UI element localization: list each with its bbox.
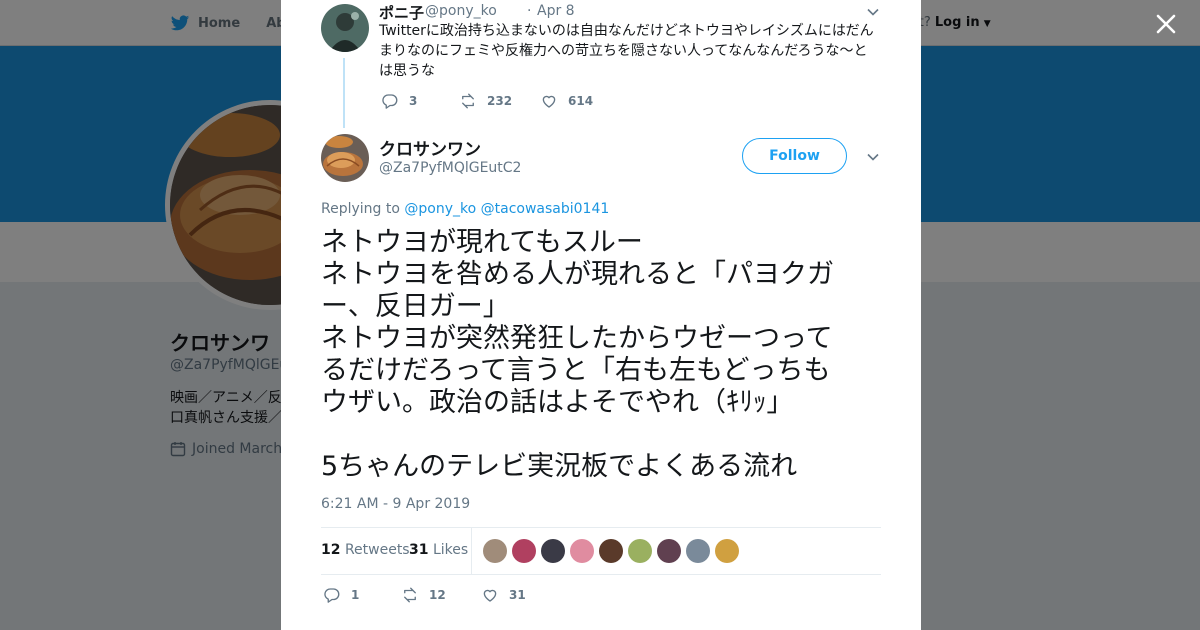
retweet-icon	[462, 93, 474, 109]
tweet-permalink-modal: ポニ子 @pony_ko · Apr 8 Twitterに政治持ち込まないのは自…	[281, 0, 921, 630]
close-icon[interactable]	[1152, 10, 1180, 38]
tweet-timestamp[interactable]: 6:21 AM - 9 Apr 2019	[321, 496, 470, 512]
parent-like-button[interactable]: 614	[540, 92, 593, 110]
liker-avatar[interactable]	[686, 539, 710, 563]
reply-icon	[324, 588, 340, 603]
avatar-image	[321, 4, 369, 52]
liker-avatar[interactable]	[628, 539, 652, 563]
parent-like-count: 614	[568, 94, 594, 108]
reply-icon	[382, 94, 398, 109]
likes-stat[interactable]: 31 Likes	[409, 542, 468, 558]
tweet-text-line: ネトウヨが突然発狂したからウゼーつって	[321, 323, 833, 354]
parent-tweet-date[interactable]: Apr 8	[537, 3, 575, 19]
parent-reply-count: 3	[409, 94, 418, 108]
parent-retweet-button[interactable]: 232	[459, 92, 512, 110]
retweet-count: 12	[429, 588, 446, 602]
like-count: 31	[509, 588, 526, 602]
heart-icon	[483, 589, 497, 602]
liker-avatar[interactable]	[715, 539, 739, 563]
reply-count: 1	[351, 588, 360, 602]
heart-icon	[542, 95, 556, 108]
main-tweet-author-name[interactable]: クロサンワン	[379, 135, 481, 160]
liker-avatars	[483, 539, 739, 563]
main-tweet-text: ネトウヨが現れてもスルー ネトウヨを咎める人が現れると「パヨクガ ー、反日ガー」…	[321, 227, 861, 483]
tweet-text-line: ネトウヨが現れてもスルー	[321, 227, 643, 258]
liker-avatar[interactable]	[657, 539, 681, 563]
liker-avatar[interactable]	[570, 539, 594, 563]
parent-reply-button[interactable]: 3	[381, 92, 417, 110]
chevron-down-icon[interactable]	[866, 150, 880, 164]
reply-button[interactable]: 1	[323, 586, 359, 604]
parent-retweet-count: 232	[487, 94, 513, 108]
tweet-text-line: ネトウヨを咎める人が現れると「パヨクガ	[321, 259, 834, 290]
parent-tweet-author-name[interactable]: ポニ子	[379, 2, 424, 23]
retweets-stat-count: 12	[321, 542, 341, 558]
tweet-text-line	[321, 419, 861, 451]
replying-to-line: Replying to @pony_ko @tacowasabi0141	[321, 201, 609, 217]
liker-avatar[interactable]	[483, 539, 507, 563]
retweets-stat[interactable]: 12 Retweets	[321, 542, 410, 558]
parent-tweet-author-handle[interactable]: @pony_ko	[425, 3, 497, 19]
tweet-text-line: ウザい。政治の話はよそでやれ（ｷﾘｯ」	[321, 387, 794, 418]
retweet-icon	[404, 587, 416, 603]
tweet-text-line: るだけだろって言うと「右も左もどっちも	[321, 355, 831, 386]
parent-tweet-separator: ·	[527, 3, 532, 19]
follow-button[interactable]: Follow	[742, 138, 847, 174]
like-button[interactable]: 31	[481, 586, 526, 604]
stats-divider	[471, 528, 472, 574]
mention-link[interactable]: @pony_ko	[404, 201, 476, 217]
tweet-text-line: 5ちゃんのテレビ実況板でよくある流れ	[321, 451, 798, 482]
main-tweet-author-handle[interactable]: @Za7PyfMQlGEutC2	[379, 160, 521, 176]
liker-avatar[interactable]	[541, 539, 565, 563]
parent-tweet-avatar[interactable]	[321, 4, 369, 52]
tweet-stats-bar: 12 Retweets 31 Likes	[321, 527, 881, 575]
liker-avatar[interactable]	[599, 539, 623, 563]
retweets-stat-label: Retweets	[344, 542, 410, 558]
parent-tweet-text: Twitterに政治持ち込まないのは自由なんだけどネトウヨやレイシズムにはだんま…	[379, 23, 874, 79]
main-tweet-avatar[interactable]	[321, 134, 369, 182]
likes-stat-label: Likes	[432, 542, 469, 558]
likes-stat-count: 31	[409, 542, 429, 558]
thread-connector-line	[343, 58, 345, 128]
liker-avatar[interactable]	[512, 539, 536, 563]
mention-link[interactable]: @tacowasabi0141	[481, 201, 610, 217]
tweet-text-line: ー、反日ガー」	[321, 291, 510, 322]
chevron-down-icon[interactable]	[866, 5, 880, 19]
retweet-button[interactable]: 12	[401, 586, 446, 604]
croissant-avatar-image	[321, 134, 369, 182]
replying-to-label: Replying to	[321, 201, 400, 217]
